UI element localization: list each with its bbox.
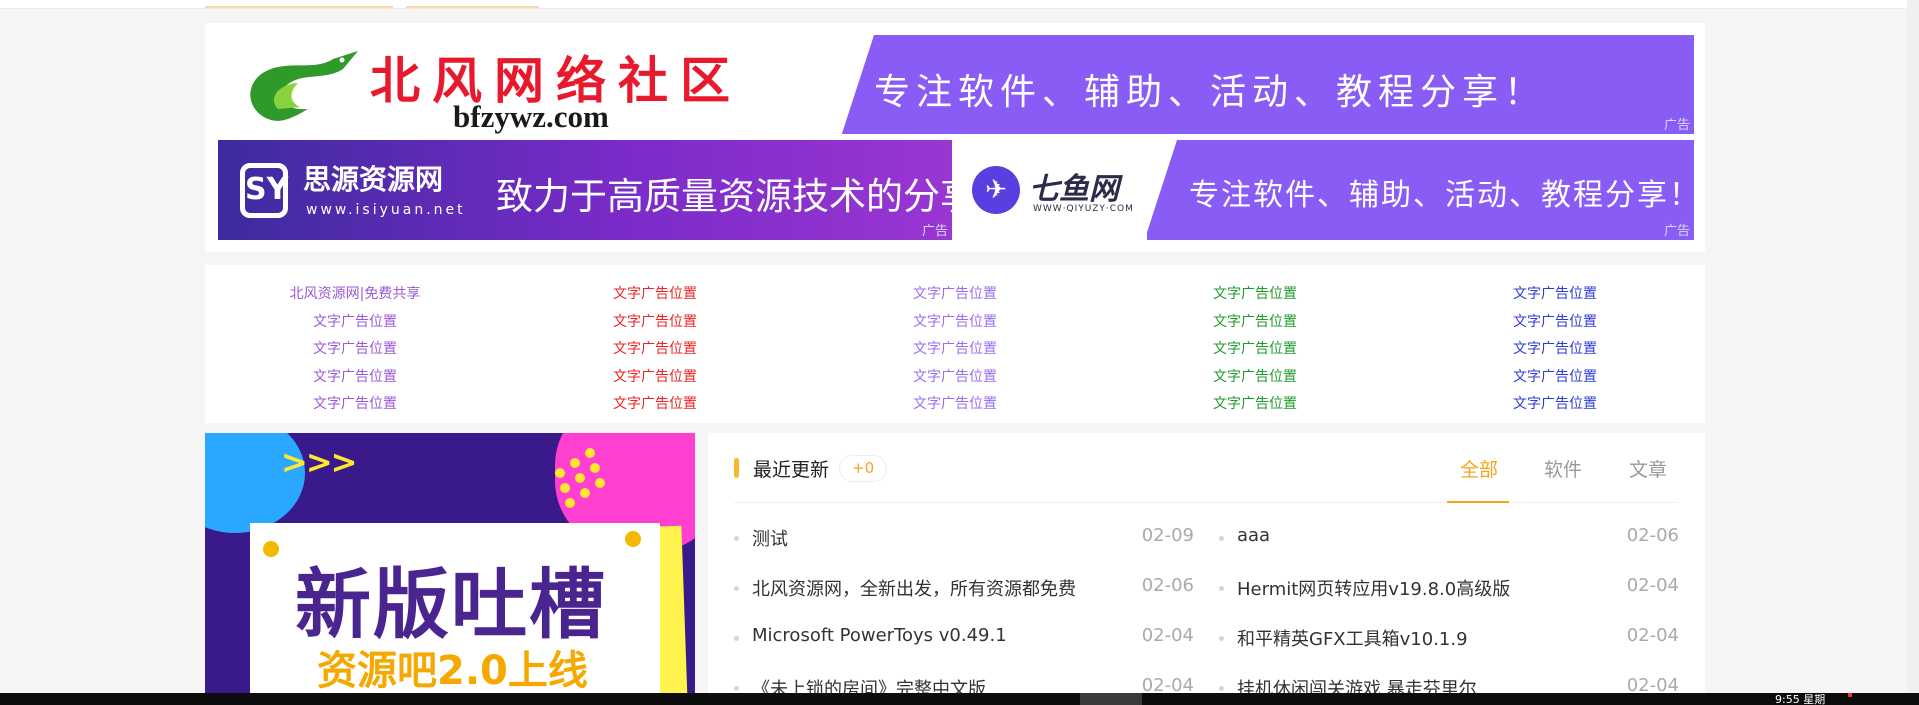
text-ad-link[interactable]: 文字广告位置 <box>805 309 1105 337</box>
text-ad-link[interactable]: 文字广告位置 <box>505 281 805 309</box>
text-ad-link[interactable]: 文字广告位置 <box>805 391 1105 419</box>
text-ad-link[interactable]: 文字广告位置 <box>505 336 805 364</box>
text-ad-link[interactable]: 文字广告位置 <box>505 309 805 337</box>
ad-tag: 广告 <box>1663 224 1690 239</box>
bird-logo-icon: ✈ <box>972 166 1020 214</box>
banner-domain: bfzywz.com <box>453 99 609 134</box>
list-item[interactable]: 测试 02-09 <box>734 525 1194 551</box>
text-ad-link[interactable]: 文字广告位置 <box>1405 391 1705 419</box>
text-ad-link[interactable]: 文字广告位置 <box>505 391 805 419</box>
item-title[interactable]: 和平精英GFX工具箱v10.1.9 <box>1237 625 1468 651</box>
item-title[interactable]: Microsoft PowerToys v0.49.1 <box>752 625 1007 646</box>
text-ads-section: 北风资源网|免费共享 文字广告位置 文字广告位置 文字广告位置 文字广告位置 文… <box>205 265 1705 423</box>
text-ad-link[interactable]: 文字广告位置 <box>1105 336 1405 364</box>
promo-arrows: >>> <box>281 443 357 481</box>
item-title[interactable]: 北风资源网，全新出发，所有资源都免费 <box>752 575 1076 601</box>
item-date: 02-04 <box>1626 625 1679 646</box>
nav-accent-1 <box>205 6 393 8</box>
pin-icon <box>625 531 641 547</box>
text-ad-link[interactable]: 文字广告位置 <box>205 309 505 337</box>
text-ad-column: 文字广告位置 文字广告位置 文字广告位置 文字广告位置 文字广告位置 <box>1405 281 1705 419</box>
text-ad-column: 文字广告位置 文字广告位置 文字广告位置 文字广告位置 文字广告位置 <box>805 281 1105 419</box>
item-date: 02-06 <box>1626 525 1679 546</box>
banner-slogan: 专注软件、辅助、活动、教程分享！ <box>874 72 1547 113</box>
qiyu-slogan: 专注软件、辅助、活动、教程分享！ <box>1189 178 1694 213</box>
nav-accent-2 <box>406 6 539 8</box>
tab-articles[interactable]: 文章 <box>1629 455 1667 482</box>
text-ad-link[interactable]: 文字广告位置 <box>1405 364 1705 392</box>
list-item[interactable]: 北风资源网，全新出发，所有资源都免费 02-06 <box>734 575 1194 601</box>
text-ad-link[interactable]: 文字广告位置 <box>505 364 805 392</box>
item-title[interactable]: Hermit网页转应用v19.8.0高级版 <box>1237 575 1510 601</box>
banner-ads-section: 北风网络社区 bfzywz.com 专注软件、辅助、活动、教程分享！ 广告 SY… <box>205 23 1705 252</box>
text-ad-column: 文字广告位置 文字广告位置 文字广告位置 文字广告位置 文字广告位置 <box>1105 281 1405 419</box>
taskbar-clock: 9:55 星期 <box>1775 693 1826 705</box>
qiyu-url: WWW·QIYUZY·COM <box>1033 204 1134 214</box>
text-ad-link[interactable]: 北风资源网|免费共享 <box>205 281 505 309</box>
item-date: 02-04 <box>1626 575 1679 596</box>
text-ad-link[interactable]: 文字广告位置 <box>805 281 1105 309</box>
text-ad-link[interactable]: 文字广告位置 <box>1105 281 1405 309</box>
taskbar-app-highlight[interactable] <box>1080 693 1142 705</box>
ad-banner-beifeng[interactable]: 北风网络社区 bfzywz.com 专注软件、辅助、活动、教程分享！ 广告 <box>218 35 1694 134</box>
page-scrollbar[interactable] <box>1907 0 1919 693</box>
recent-updates-panel: 最近更新 +0 全部 软件 文章 测试 02-09 aaa 02-06 北风资源… <box>708 433 1705 700</box>
os-taskbar: 9:55 星期 <box>0 693 1919 705</box>
promo-headline: 新版吐槽 <box>295 560 607 649</box>
pin-icon <box>263 541 279 557</box>
list-item[interactable]: 和平精英GFX工具箱v10.1.9 02-04 <box>1219 625 1679 651</box>
text-ad-link[interactable]: 文字广告位置 <box>1405 281 1705 309</box>
item-title[interactable]: aaa <box>1237 525 1270 546</box>
item-date: 02-09 <box>1141 525 1194 546</box>
ad-banner-siyuan[interactable]: SY 思源资源网 www.isiyuan.net 致力于高质量资源技术的分享 广… <box>218 140 952 240</box>
siyuan-logo-icon: SY <box>240 163 288 218</box>
qiyu-name: 七鱼网 <box>1029 172 1119 207</box>
text-ad-column: 北风资源网|免费共享 文字广告位置 文字广告位置 文字广告位置 文字广告位置 <box>205 281 505 419</box>
list-item[interactable]: aaa 02-06 <box>1219 525 1679 549</box>
text-ad-link[interactable]: 文字广告位置 <box>1105 309 1405 337</box>
active-tab-indicator <box>1447 501 1509 503</box>
list-item[interactable]: Hermit网页转应用v19.8.0高级版 02-04 <box>1219 575 1679 601</box>
promo-subline: 资源吧2.0上线 <box>317 648 588 694</box>
text-ad-link[interactable]: 文字广告位置 <box>205 336 505 364</box>
dragon-logo-icon <box>250 51 358 121</box>
text-ad-link[interactable]: 文字广告位置 <box>205 364 505 392</box>
promo-banner[interactable]: >>> 新版吐槽 资源吧2.0上线 <box>205 433 695 695</box>
tab-software[interactable]: 软件 <box>1544 455 1582 482</box>
text-ad-link[interactable]: 文字广告位置 <box>1405 309 1705 337</box>
list-item[interactable]: Microsoft PowerToys v0.49.1 02-04 <box>734 625 1194 649</box>
siyuan-url: www.isiyuan.net <box>306 202 466 218</box>
top-nav-bar <box>0 0 1919 9</box>
notification-dot <box>1848 693 1852 697</box>
section-title: 最近更新 <box>753 459 830 481</box>
ad-tag: 广告 <box>921 224 948 239</box>
ad-banner-qiyu[interactable]: ✈ 七鱼网 WWW·QIYUZY·COM 专注软件、辅助、活动、教程分享！ 广告 <box>957 140 1694 240</box>
item-title[interactable]: 测试 <box>752 525 788 551</box>
text-ad-link[interactable]: 文字广告位置 <box>1105 364 1405 392</box>
text-ad-column: 文字广告位置 文字广告位置 文字广告位置 文字广告位置 文字广告位置 <box>505 281 805 419</box>
item-date: 02-04 <box>1141 625 1194 646</box>
section-marker <box>734 458 739 478</box>
dot-pattern <box>545 438 615 508</box>
tab-all[interactable]: 全部 <box>1460 455 1498 482</box>
text-ad-link[interactable]: 文字广告位置 <box>805 364 1105 392</box>
item-date: 02-06 <box>1141 575 1194 596</box>
siyuan-slogan: 致力于高质量资源技术的分享 <box>496 175 952 218</box>
text-ad-link[interactable]: 文字广告位置 <box>1405 336 1705 364</box>
text-ad-link[interactable]: 文字广告位置 <box>805 336 1105 364</box>
text-ad-link[interactable]: 文字广告位置 <box>1105 391 1405 419</box>
ad-tag: 广告 <box>1663 118 1690 133</box>
text-ad-link[interactable]: 文字广告位置 <box>205 391 505 419</box>
update-count-badge: +0 <box>839 455 888 482</box>
siyuan-name: 思源资源网 <box>303 163 444 196</box>
